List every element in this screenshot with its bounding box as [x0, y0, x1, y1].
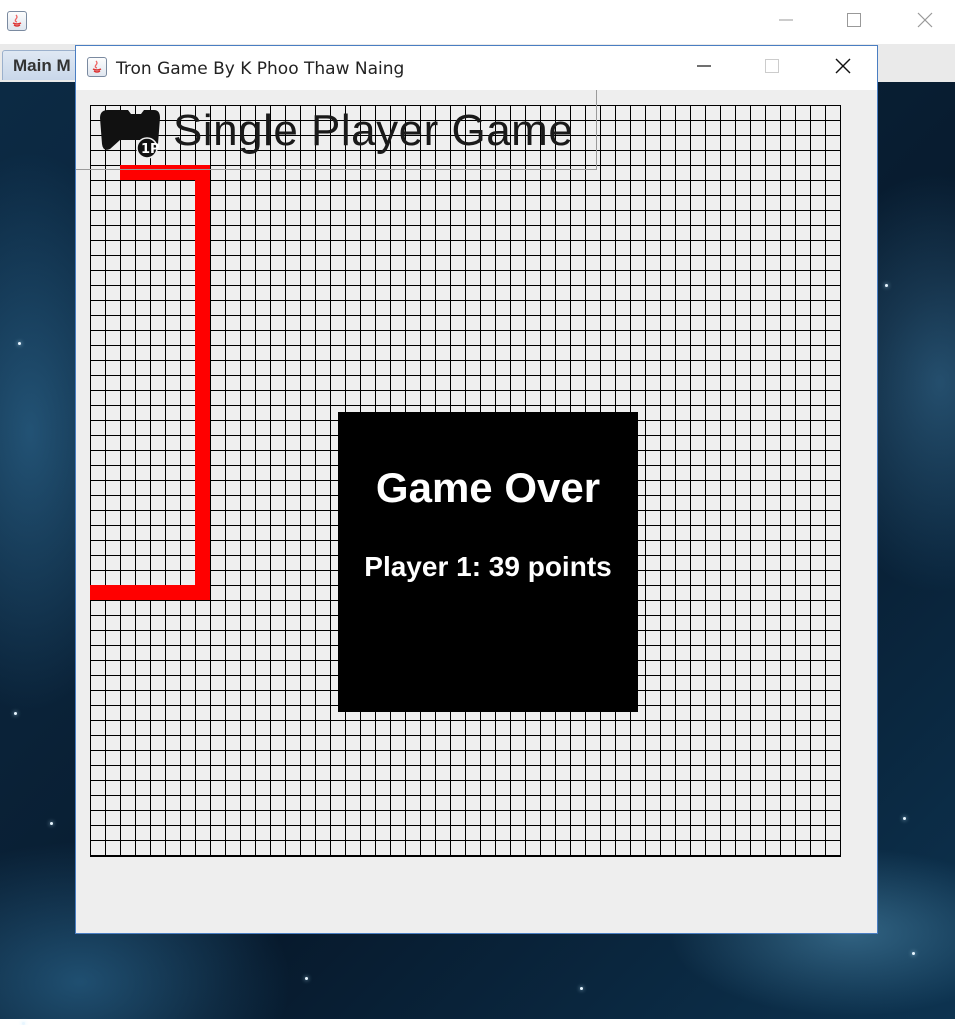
minimize-icon — [696, 58, 712, 79]
game-over-heading: Game Over — [375, 464, 601, 511]
outer-close-button[interactable] — [902, 7, 948, 37]
game-header-panel: 1P Single Player Game — [76, 90, 597, 170]
star — [885, 284, 888, 287]
star — [18, 342, 21, 345]
outer-window-titlebar — [0, 0, 955, 45]
window-title: Tron Game By K Phoo Thaw Naing — [116, 59, 405, 79]
game-minimize-button[interactable] — [681, 53, 727, 83]
game-over-dialog: Game Over Player 1: 39 points — [338, 412, 638, 712]
game-close-button[interactable] — [820, 53, 866, 83]
player1-trail-bottom — [90, 585, 210, 600]
star — [14, 712, 17, 715]
star — [912, 952, 915, 955]
game-window-titlebar: Tron Game By K Phoo Thaw Naing — [76, 46, 877, 90]
java-app-icon — [7, 11, 27, 31]
svg-text:1P: 1P — [141, 142, 160, 157]
star — [903, 817, 906, 820]
game-window: Tron Game By K Phoo Thaw Naing 1P Single… — [75, 45, 878, 934]
maximize-icon — [846, 12, 862, 33]
minimize-icon — [778, 12, 794, 33]
star — [50, 822, 53, 825]
outer-maximize-button[interactable] — [831, 7, 877, 37]
java-app-icon — [87, 57, 107, 77]
player1-trail-right — [195, 165, 210, 600]
star — [305, 977, 308, 980]
game-maximize-button[interactable] — [749, 53, 795, 83]
gamepad-icon: 1P — [100, 106, 164, 165]
close-icon — [835, 58, 851, 79]
player1-score: Player 1: 39 points — [364, 551, 612, 582]
star — [580, 987, 583, 990]
mode-title: Single Player Game — [173, 106, 574, 155]
outer-minimize-button[interactable] — [763, 7, 809, 37]
close-icon — [917, 12, 933, 33]
maximize-icon — [764, 58, 780, 79]
